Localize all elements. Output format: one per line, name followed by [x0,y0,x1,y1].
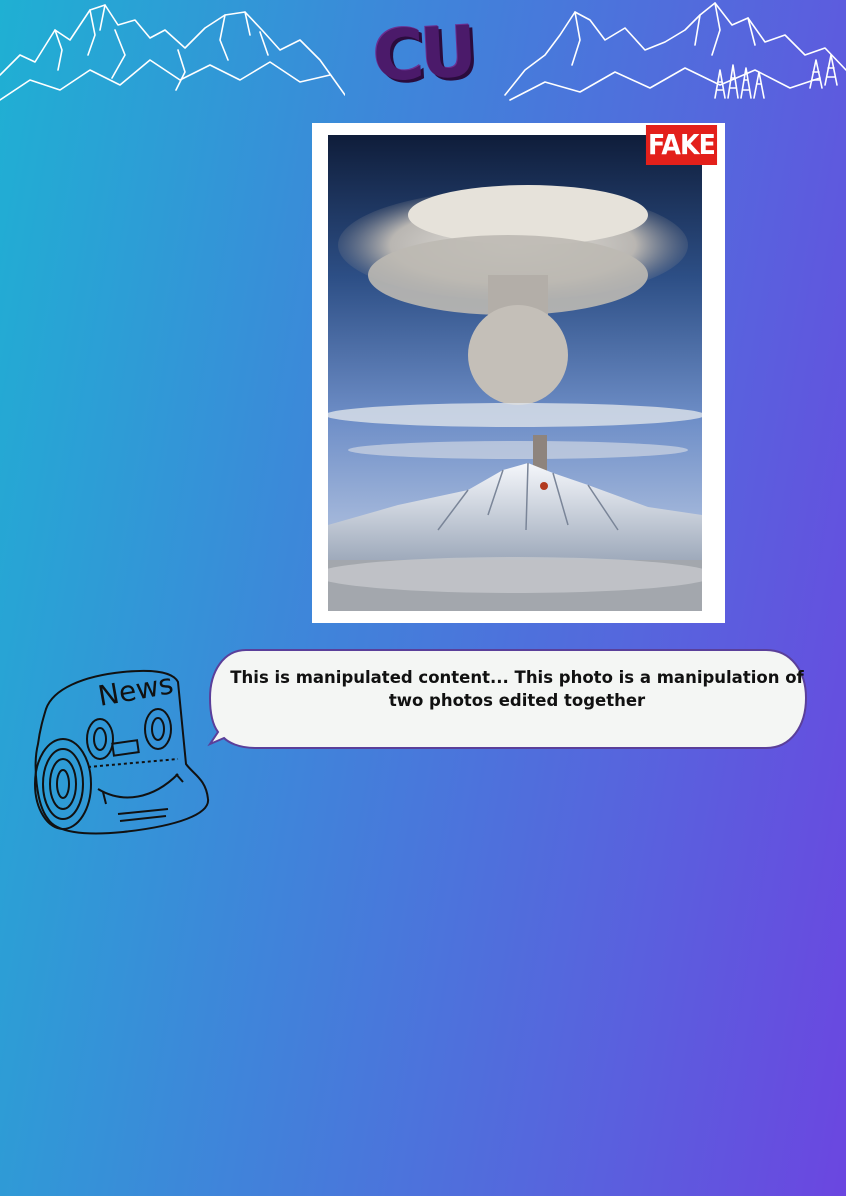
cu-logo: CU [370,10,476,98]
fake-badge: FAKE [645,125,718,165]
mountain-range-left-icon [0,4,345,101]
mountain-range-right-icon [504,2,846,101]
pine-trees-icon [714,54,838,99]
volcano-photo: FAKE [312,123,725,623]
volcano-eruption-image [328,135,702,611]
speech-bubble-text: This is manipulated content... This phot… [230,668,804,710]
newspaper-mascot-icon: News [34,667,210,835]
